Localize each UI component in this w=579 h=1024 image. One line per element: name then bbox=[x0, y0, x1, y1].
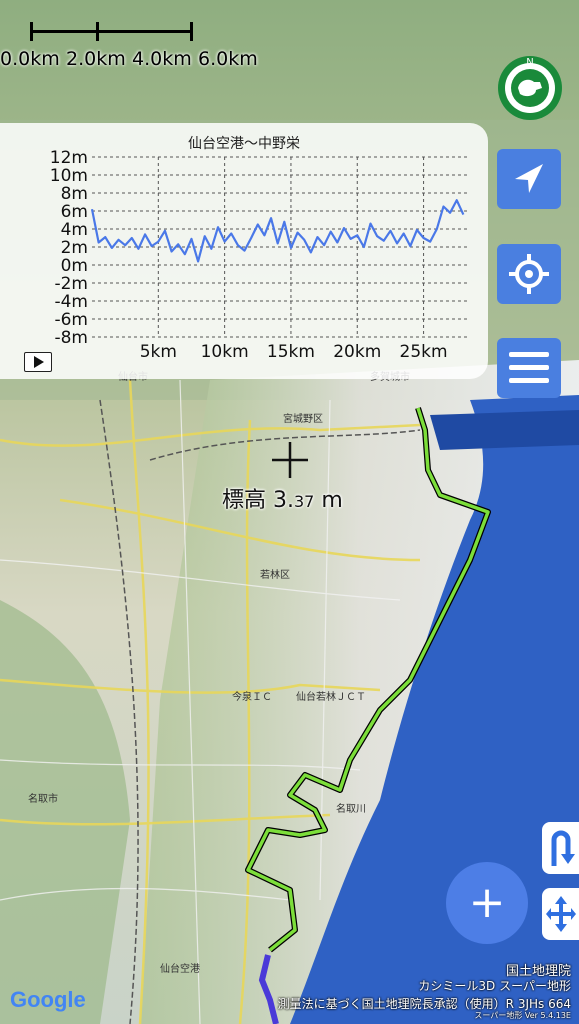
navigation-arrow-icon bbox=[515, 164, 543, 193]
map-label: 名取市 bbox=[28, 794, 58, 805]
compass-letter: N bbox=[526, 57, 533, 68]
map-label: 名取川 bbox=[336, 804, 366, 815]
u-turn-button[interactable] bbox=[542, 822, 579, 874]
elevation-unit: m bbox=[314, 488, 343, 513]
y-tick-label: 6m bbox=[61, 202, 88, 222]
scale-bar: 0.0km 2.0km 4.0km 6.0km bbox=[0, 8, 270, 78]
map-label: 若林区 bbox=[260, 570, 290, 581]
x-tick-label: 20km bbox=[333, 342, 381, 362]
play-icon bbox=[34, 356, 44, 368]
four-way-arrows-icon bbox=[545, 896, 576, 932]
x-tick-label: 25km bbox=[400, 342, 448, 362]
google-logo: Google bbox=[10, 987, 86, 1013]
map-label: 宮城野区 bbox=[283, 414, 323, 425]
add-label: + bbox=[468, 877, 506, 928]
scale-tick bbox=[190, 22, 193, 41]
y-tick-label: -2m bbox=[54, 274, 88, 294]
scale-label: 6.0km bbox=[198, 48, 258, 70]
crosshair-icon bbox=[272, 442, 308, 478]
scale-label: 0.0km bbox=[0, 48, 60, 70]
scale-label: 4.0km bbox=[132, 48, 192, 70]
scale-label: 2.0km bbox=[66, 48, 126, 70]
y-tick-label: 0m bbox=[61, 256, 88, 276]
y-tick-label: 2m bbox=[61, 238, 88, 258]
attribution-line: カシミール3D スーパー地形 bbox=[418, 979, 571, 993]
center-target-button[interactable] bbox=[497, 244, 561, 304]
google-logo-text: Google bbox=[10, 987, 86, 1012]
scale-tick bbox=[96, 22, 99, 41]
y-tick-label: 10m bbox=[50, 166, 88, 186]
hamburger-menu-icon bbox=[509, 352, 549, 383]
y-tick-label: 12m bbox=[50, 148, 88, 168]
x-tick-label: 5km bbox=[140, 342, 177, 362]
play-button[interactable] bbox=[24, 352, 52, 372]
x-tick-label: 15km bbox=[267, 342, 315, 362]
compass-icon[interactable]: N bbox=[496, 54, 564, 122]
map-label: 仙台空港 bbox=[160, 964, 200, 975]
y-tick-label: -8m bbox=[54, 328, 88, 348]
scale-tick bbox=[30, 22, 33, 41]
elevation-decimal: 37 bbox=[293, 492, 315, 511]
move-button[interactable] bbox=[542, 888, 579, 940]
y-tick-label: 4m bbox=[61, 220, 88, 240]
attribution-line: スーパー地形 Ver 5.4.13E bbox=[474, 1011, 571, 1020]
map-label: 今泉ＩＣ bbox=[232, 692, 272, 703]
menu-button[interactable] bbox=[497, 338, 561, 398]
elevation-chart: 12m10m8m6m4m2m0m-2m-4m-6m-8m 5km 10km 15km 2… bbox=[50, 148, 470, 362]
scale-labels: 0.0km 2.0km 4.0km 6.0km bbox=[0, 48, 264, 70]
add-button[interactable]: + bbox=[446, 862, 528, 944]
y-tick-label: 8m bbox=[61, 184, 88, 204]
elevation-series-line bbox=[90, 199, 465, 263]
map-label: 仙台若林ＪＣＴ bbox=[296, 692, 366, 703]
scale-line bbox=[30, 30, 190, 33]
y-tick-label: -4m bbox=[54, 292, 88, 312]
elevation-readout: 標高 3.37 m bbox=[222, 482, 343, 514]
crosshair-target-icon bbox=[509, 254, 549, 294]
y-tick-label: -6m bbox=[54, 310, 88, 330]
elevation-profile-panel: 仙台空港〜中野栄 12m 10m 8m 6m 4m 2m 0m -2m -4m -6m -8m 5km… bbox=[0, 123, 488, 379]
current-location-button[interactable] bbox=[497, 149, 561, 209]
u-turn-icon bbox=[551, 830, 575, 866]
x-tick-label: 10km bbox=[201, 342, 249, 362]
elevation-prefix: 標高 3. bbox=[222, 488, 294, 513]
